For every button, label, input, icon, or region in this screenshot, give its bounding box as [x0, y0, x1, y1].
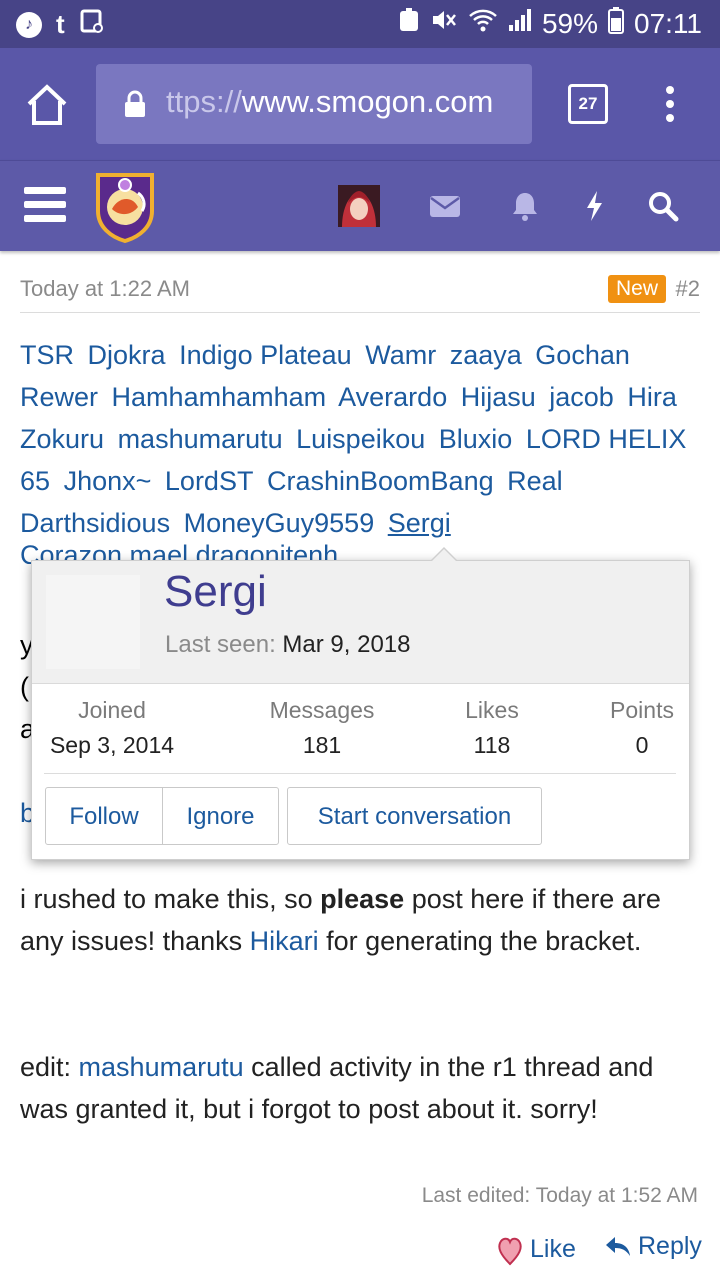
member-last-seen: Last seen: Mar 9, 2018 [165, 631, 411, 658]
stat-joined: Joined Sep 3, 2014 [49, 697, 175, 758]
user-link[interactable]: TSR [20, 340, 74, 370]
clipped-text: ( [20, 672, 29, 702]
member-avatar[interactable] [46, 575, 140, 669]
stat-points: Points 0 [610, 697, 674, 758]
tumblr-notification-icon: t [56, 9, 65, 39]
smogon-logo[interactable] [92, 169, 158, 244]
user-link[interactable]: LordST [165, 466, 254, 496]
like-button[interactable]: Like [496, 1232, 576, 1266]
user-link[interactable]: Jhonx~ [64, 466, 152, 496]
mentioned-users-list: TSR Djokra Indigo Plateau Wamr zaaya Goc… [20, 334, 704, 544]
member-tooltip-card: Sergi Last seen: Mar 9, 2018 Joined Sep … [31, 547, 690, 860]
site-navbar [0, 160, 720, 251]
battery-icon [608, 6, 624, 41]
music-notification-icon: ♪ [16, 11, 42, 38]
tooltip-arrow-inner [431, 549, 457, 562]
follow-button[interactable]: Follow [45, 787, 163, 845]
battery-saver-icon [398, 7, 420, 40]
user-link[interactable]: CrashinBoomBang [267, 466, 494, 496]
user-link[interactable]: mashumarutu [118, 424, 283, 454]
address-bar[interactable]: ttps://www.smogon.com [96, 64, 532, 144]
user-link[interactable]: Rewer [20, 382, 98, 412]
clock: 07:11 [634, 7, 702, 39]
member-username[interactable]: Sergi [164, 567, 267, 617]
user-link[interactable]: Hijasu [461, 382, 536, 412]
new-badge: New [607, 275, 666, 303]
home-icon[interactable] [24, 82, 70, 128]
card-divider [44, 773, 676, 774]
post-paragraph: i rushed to make this, so please post he… [20, 884, 661, 956]
post-header: Today at 1:22 AM New #2 [20, 272, 700, 313]
user-link[interactable]: Averardo [338, 382, 447, 412]
post-timestamp[interactable]: Today at 1:22 AM [20, 276, 190, 302]
ignore-button[interactable]: Ignore [162, 787, 279, 845]
user-link[interactable]: Hira [627, 382, 677, 412]
stat-likes: Likes 118 [465, 697, 519, 758]
reply-button[interactable]: Reply [604, 1232, 702, 1261]
user-link[interactable]: Djokra [88, 340, 166, 370]
battery-percent: 59% [541, 7, 598, 39]
user-link-mashumarutu[interactable]: mashumarutu [79, 1052, 244, 1082]
member-card-header: Sergi Last seen: Mar 9, 2018 [32, 561, 689, 684]
inbox-icon[interactable] [428, 189, 462, 223]
hamburger-menu-icon[interactable] [24, 187, 66, 223]
user-link[interactable]: Indigo Plateau [179, 340, 352, 370]
overflow-menu-icon[interactable] [660, 82, 680, 128]
post-number[interactable]: #2 [676, 276, 700, 302]
bell-icon[interactable] [508, 189, 542, 223]
like-heart-icon [498, 1237, 522, 1266]
lightning-icon[interactable] [578, 189, 612, 223]
mute-icon [430, 7, 458, 40]
search-icon[interactable] [646, 189, 680, 223]
browser-toolbar: ttps://www.smogon.com 27 [0, 48, 720, 160]
signal-icon [508, 7, 532, 40]
user-link[interactable]: Wamr [365, 340, 436, 370]
user-link-hikari[interactable]: Hikari [250, 926, 319, 956]
post-actions: Like Reply [496, 1230, 706, 1270]
last-edited: Last edited: Today at 1:52 AM [421, 1184, 698, 1207]
user-link[interactable]: Luispeikou [296, 424, 425, 454]
user-link-hovered[interactable]: Sergi [388, 508, 451, 538]
user-link[interactable]: MoneyGuy9559 [184, 508, 375, 538]
stat-messages: Messages 181 [269, 697, 375, 758]
user-link[interactable]: jacob [549, 382, 614, 412]
start-conversation-button[interactable]: Start conversation [287, 787, 542, 845]
screenshot-notification-icon [79, 8, 105, 41]
wifi-icon [468, 7, 498, 40]
lock-icon [125, 90, 145, 117]
user-avatar[interactable] [338, 185, 380, 227]
post-edit-note: edit: mashumarutu called activity in the… [20, 1052, 654, 1124]
user-link[interactable]: zaaya [450, 340, 522, 370]
status-bar: ♪ t 59% 07:11 [0, 0, 720, 48]
user-link[interactable]: Bluxio [439, 424, 513, 454]
user-link[interactable]: Gochan [535, 340, 630, 370]
url-text: ttps://www.smogon.com [166, 84, 494, 119]
reply-arrow-icon [606, 1236, 630, 1256]
user-link[interactable]: Hamhamhamham [112, 382, 327, 412]
tab-switcher-button[interactable]: 27 [568, 84, 608, 124]
user-link[interactable]: Zokuru [20, 424, 104, 454]
